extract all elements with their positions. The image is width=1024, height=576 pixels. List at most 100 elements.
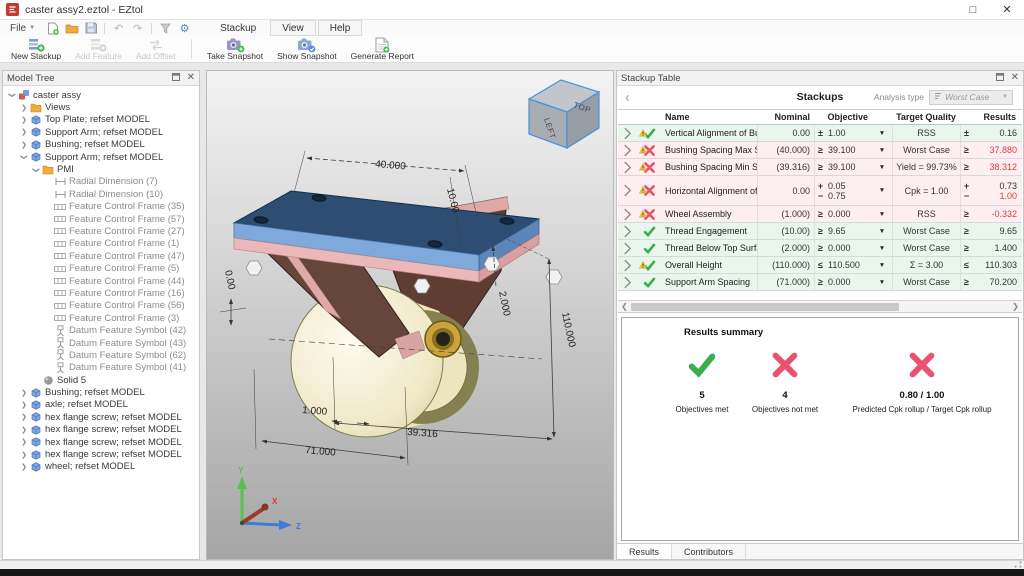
objective-type-dropdown-icon[interactable]: ▼ (872, 147, 892, 154)
take-snapshot-button[interactable]: Take Snapshot (200, 36, 270, 62)
stackup-row-overall-height[interactable]: Overall Height(110.000)≤110.500▼Σ = 3.00… (618, 257, 1022, 274)
tree-expander-icon[interactable]: ❯ (19, 141, 29, 149)
resize-grip-icon[interactable] (1014, 561, 1022, 568)
tree-item-feature-control-frame-16[interactable]: Feature Control Frame (16) (5, 287, 199, 299)
objective-type-dropdown-icon[interactable]: ▼ (872, 228, 892, 235)
tree-item-bushing-refset-model[interactable]: ❯Bushing; refset MODEL (5, 139, 199, 151)
scrollbar-thumb[interactable] (631, 303, 899, 311)
expand-chevron-icon[interactable] (618, 143, 636, 158)
objective-type-dropdown-icon[interactable]: ▼ (872, 279, 892, 286)
tree-item-views[interactable]: ❯Views (5, 101, 199, 113)
tree-item-feature-control-frame-44[interactable]: Feature Control Frame (44) (5, 275, 199, 287)
expand-chevron-icon[interactable] (618, 258, 636, 273)
tree-item-hex-flange-screw-refset-model[interactable]: ❯hex flange screw; refset MODEL (5, 424, 199, 436)
tree-expander-icon[interactable]: ❯ (20, 152, 28, 162)
expand-chevron-icon[interactable] (618, 160, 636, 175)
objective-type-dropdown-icon[interactable]: ▼ (872, 211, 892, 218)
expand-chevron-icon[interactable] (618, 183, 636, 198)
tree-item-feature-control-frame-56[interactable]: Feature Control Frame (56) (5, 300, 199, 312)
scroll-right-arrow[interactable]: ❯ (1009, 302, 1022, 311)
tree-item-bushing-refset-model[interactable]: ❯Bushing; refset MODEL (5, 386, 199, 398)
viewport[interactable]: LEFT TOP (206, 70, 614, 560)
tree-item-feature-control-frame-57[interactable]: Feature Control Frame (57) (5, 213, 199, 225)
objective-type-dropdown-icon[interactable]: ▼ (872, 262, 892, 269)
tree-item-axle-refset-model[interactable]: ❯axle; refset MODEL (5, 399, 199, 411)
expand-chevron-icon[interactable] (618, 275, 636, 290)
stackup-row-thread-below-top-surface[interactable]: Thread Below Top Surface(2.000)≥0.000▼Wo… (618, 240, 1022, 257)
tree-expander-icon[interactable]: ❯ (19, 426, 29, 434)
new-stackup-button[interactable]: New Stackup (4, 36, 68, 62)
tab-contributors[interactable]: Contributors (672, 544, 746, 559)
stackup-row-vertical-alignment-of-bu[interactable]: Vertical Alignment of Bu...0.00±1.00▼RSS… (618, 125, 1022, 142)
tree-item-datum-feature-symbol-43[interactable]: Datum Feature Symbol (43) (5, 337, 199, 349)
redo-icon[interactable]: ↷ (130, 22, 145, 35)
tree-item-caster-assy[interactable]: ❯caster assy (5, 89, 199, 101)
tree-expander-icon[interactable]: ❯ (19, 438, 29, 446)
tree-item-solid-5[interactable]: Solid 5 (5, 374, 199, 386)
expand-chevron-icon[interactable] (618, 241, 636, 256)
close-button[interactable]: ✕ (990, 0, 1024, 19)
stackup-row-bushing-spacing-max-s[interactable]: Bushing Spacing Max S...(40.000)≥39.100▼… (618, 142, 1022, 159)
expand-chevron-icon[interactable] (618, 207, 636, 222)
close-panel-icon[interactable]: ✕ (187, 73, 195, 83)
tab-view[interactable]: View (270, 20, 316, 36)
objective-type-dropdown-icon[interactable]: ▼ (872, 245, 892, 252)
tree-item-feature-control-frame-27[interactable]: Feature Control Frame (27) (5, 225, 199, 237)
tree-expander-icon[interactable]: ❯ (8, 90, 16, 100)
tree-item-feature-control-frame-3[interactable]: Feature Control Frame (3) (5, 312, 199, 324)
tree-item-hex-flange-screw-refset-model[interactable]: ❯hex flange screw; refset MODEL (5, 448, 199, 460)
tree-item-feature-control-frame-35[interactable]: Feature Control Frame (35) (5, 201, 199, 213)
stackup-row-support-arm-spacing[interactable]: Support Arm Spacing(71.000)≥0.000▼Worst … (618, 274, 1022, 291)
column-header-target-quality[interactable]: Target Quality (892, 112, 960, 122)
undo-icon[interactable]: ↶ (111, 22, 126, 35)
tree-expander-icon[interactable]: ❯ (19, 104, 29, 112)
tree-expander-icon[interactable]: ❯ (19, 413, 29, 421)
tree-item-hex-flange-screw-refset-model[interactable]: ❯hex flange screw; refset MODEL (5, 411, 199, 423)
expand-chevron-icon[interactable] (618, 126, 636, 141)
objective-type-dropdown-icon[interactable]: ▼ (872, 164, 892, 171)
tab-stackup[interactable]: Stackup (208, 20, 268, 36)
tree-item-top-plate-refset-model[interactable]: ❯Top Plate; refset MODEL (5, 114, 199, 126)
tree-item-radial-dimension-7[interactable]: Radial Dimension (7) (5, 176, 199, 188)
tree-expander-icon[interactable]: ❯ (19, 128, 29, 136)
stackup-row-thread-engagement[interactable]: Thread Engagement(10.00)≥9.65▼Worst Case… (618, 223, 1022, 240)
tab-help[interactable]: Help (318, 20, 363, 36)
file-menu-button[interactable]: File ▼ (6, 23, 39, 34)
new-file-icon[interactable] (45, 22, 60, 35)
column-header-results[interactable]: Results (960, 112, 1022, 122)
tree-item-feature-control-frame-47[interactable]: Feature Control Frame (47) (5, 250, 199, 262)
generate-report-button[interactable]: Generate Report (344, 36, 421, 62)
float-panel-icon[interactable] (996, 73, 1004, 84)
save-icon[interactable] (83, 22, 98, 35)
show-snapshot-button[interactable]: Show Snapshot (270, 36, 344, 62)
analysis-type-dropdown[interactable]: Worst Case ▼ (929, 90, 1013, 105)
stackup-row-wheel-assembly[interactable]: Wheel Assembly(1.000)≥0.000▼RSS≥-0.332 (618, 206, 1022, 223)
tree-expander-icon[interactable]: ❯ (19, 451, 29, 459)
tree-item-support-arm-refset-model[interactable]: ❯Support Arm; refset MODEL (5, 126, 199, 138)
tree-item-datum-feature-symbol-62[interactable]: Datum Feature Symbol (62) (5, 349, 199, 361)
tree-expander-icon[interactable]: ❯ (19, 463, 29, 471)
filter-icon[interactable] (158, 22, 173, 35)
tree-item-datum-feature-symbol-42[interactable]: Datum Feature Symbol (42) (5, 324, 199, 336)
stackup-row-horizontal-alignment-of[interactable]: Horizontal Alignment of ...0.00+0.05−0.7… (618, 176, 1022, 206)
stackup-row-bushing-spacing-min-shift[interactable]: Bushing Spacing Min Shift(39.316)≥39.100… (618, 159, 1022, 176)
float-panel-icon[interactable] (172, 73, 180, 84)
tree-item-feature-control-frame-1[interactable]: Feature Control Frame (1) (5, 238, 199, 250)
column-header-nominal[interactable]: Nominal (757, 112, 814, 122)
objective-type-dropdown-icon[interactable]: ▼ (872, 187, 892, 194)
objective-type-dropdown-icon[interactable]: ▼ (872, 130, 892, 137)
close-panel-icon[interactable]: ✕ (1011, 73, 1019, 83)
tree-expander-icon[interactable]: ❯ (19, 389, 29, 397)
tree-item-pmi[interactable]: ❯PMI (5, 163, 199, 175)
scroll-left-arrow[interactable]: ❮ (618, 302, 631, 311)
tree-item-support-arm-refset-model[interactable]: ❯Support Arm; refset MODEL (5, 151, 199, 163)
tree-expander-icon[interactable]: ❯ (19, 116, 29, 124)
tree-item-feature-control-frame-5[interactable]: Feature Control Frame (5) (5, 262, 199, 274)
column-header-name[interactable]: Name (662, 112, 757, 122)
tree-item-datum-feature-symbol-41[interactable]: Datum Feature Symbol (41) (5, 362, 199, 374)
maximize-button[interactable]: □ (956, 0, 990, 19)
settings-icon[interactable]: ⚙ (177, 22, 192, 35)
horizontal-scrollbar[interactable]: ❮ ❯ (618, 300, 1022, 312)
tab-results[interactable]: Results (617, 544, 672, 559)
tree-item-wheel-refset-model[interactable]: ❯wheel; refset MODEL (5, 461, 199, 473)
